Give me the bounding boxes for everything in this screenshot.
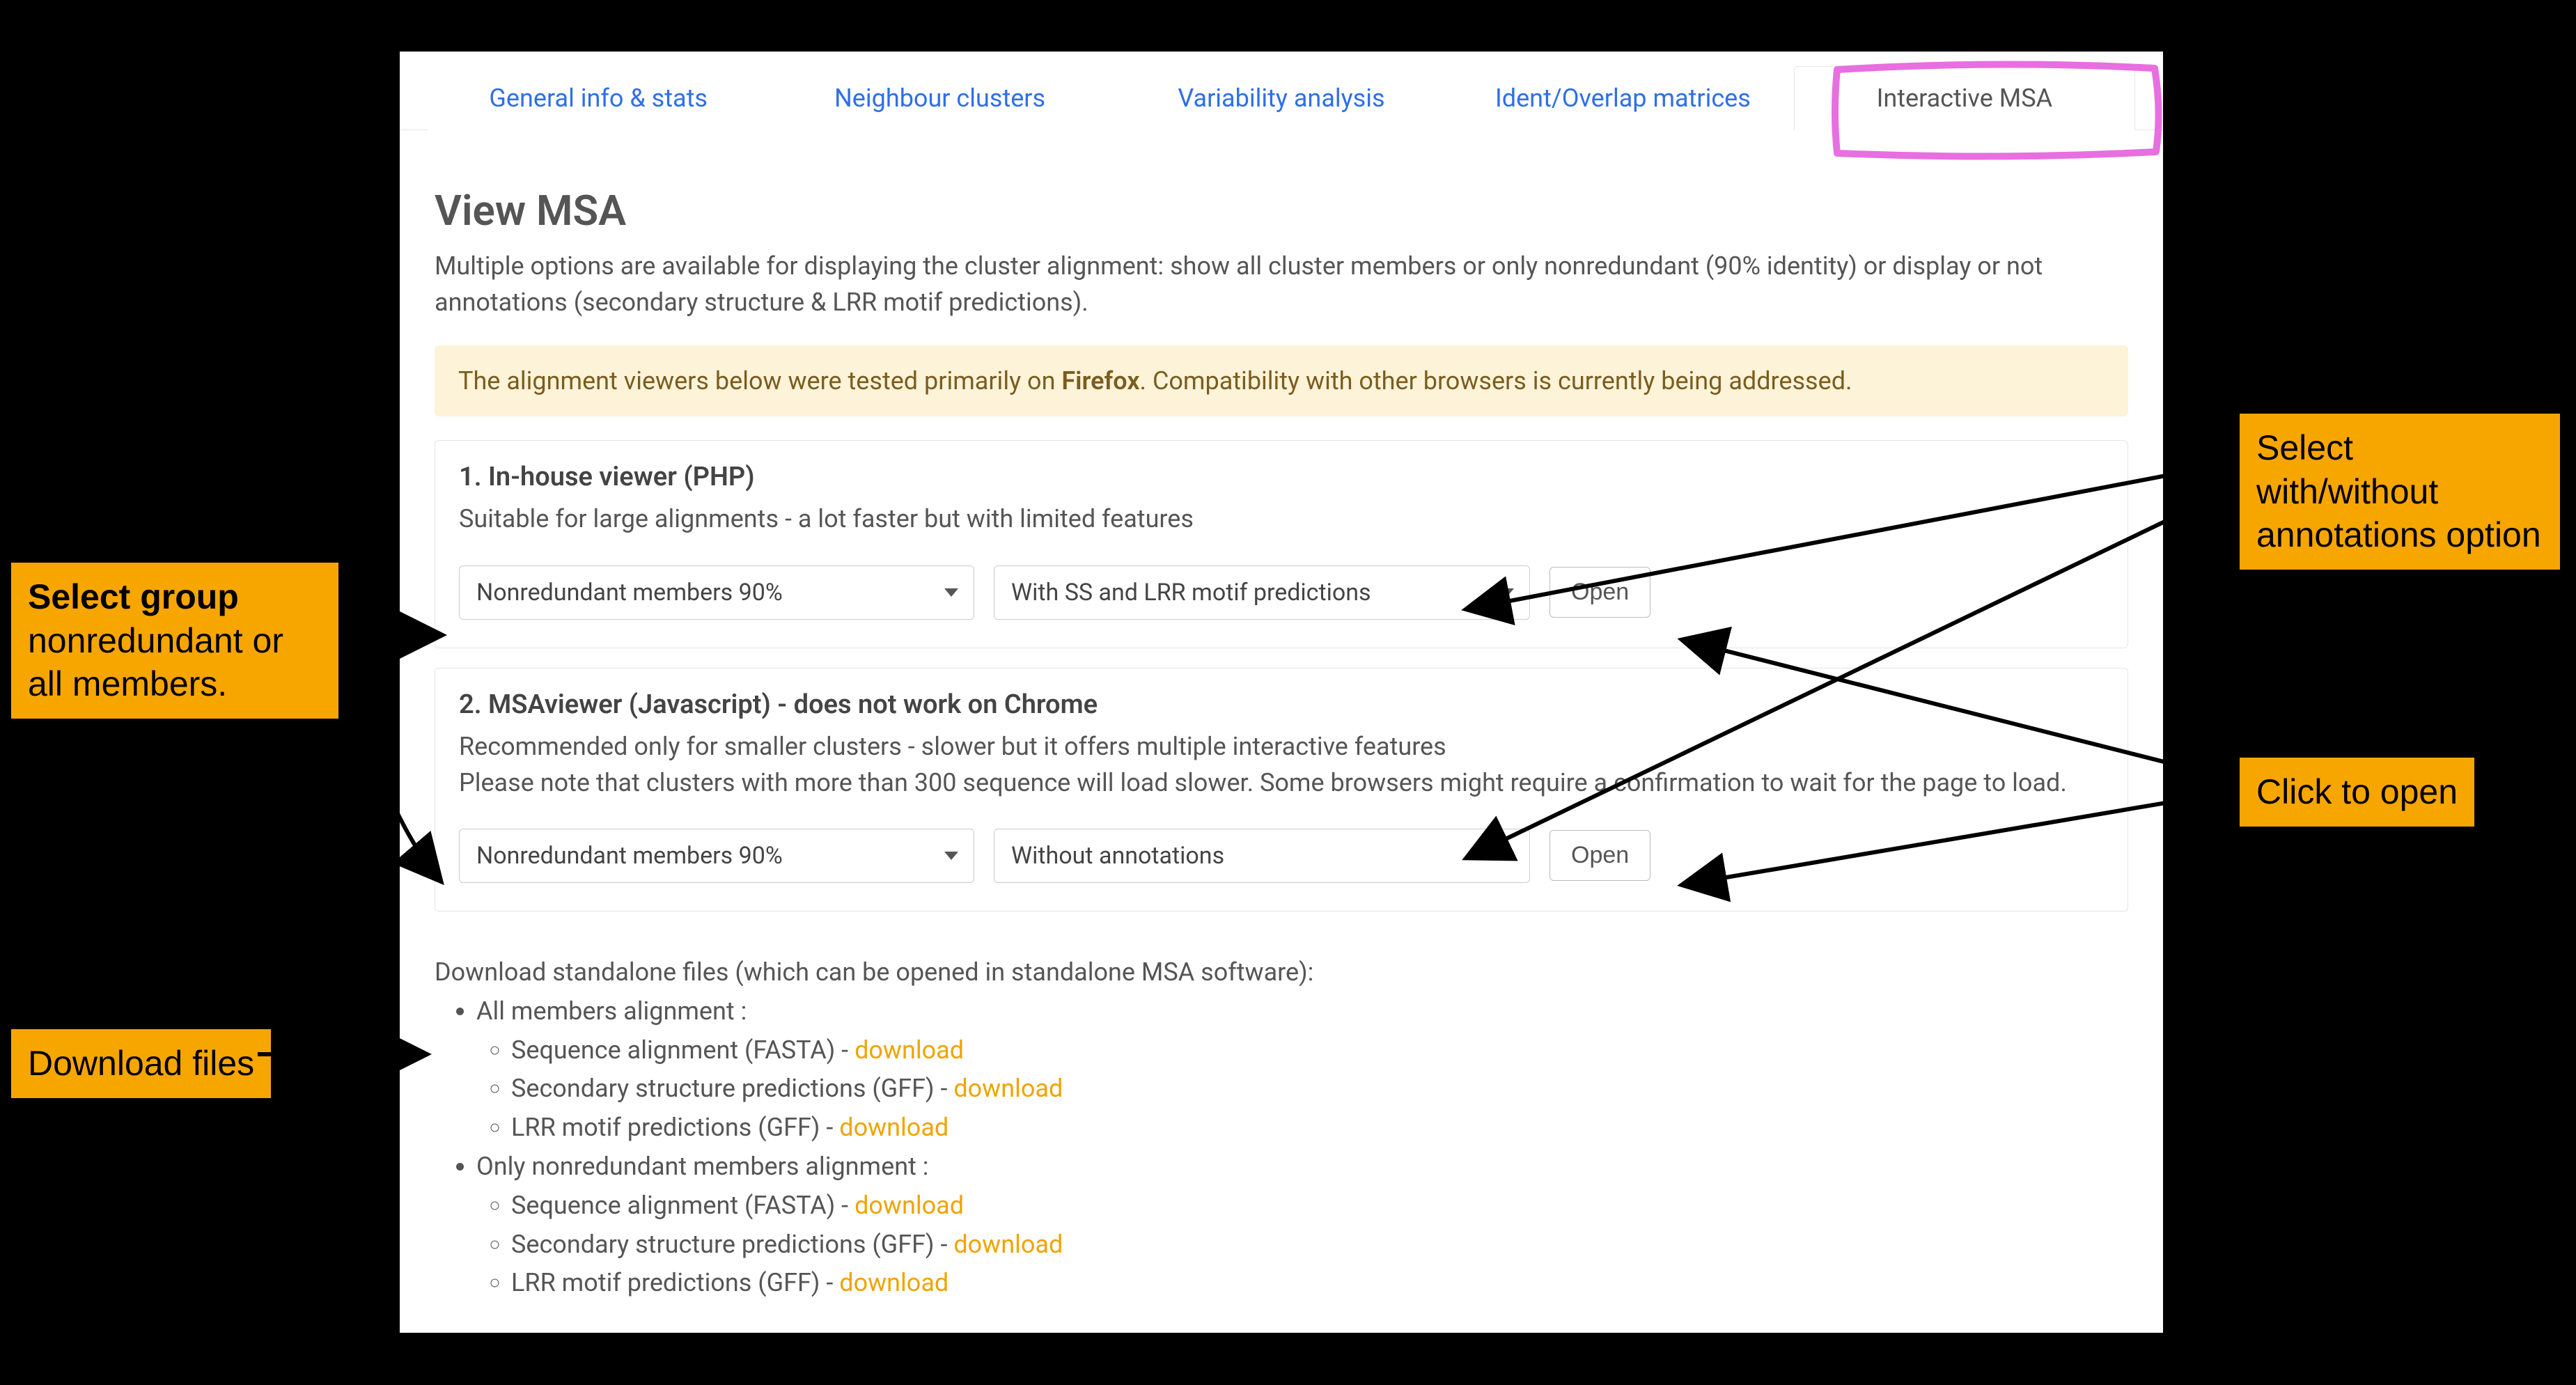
app-window: General info & stats Neighbour clusters …	[400, 52, 2163, 1333]
list-item: Secondary structure predictions (GFF) - …	[511, 1226, 2128, 1265]
download-item-label: Sequence alignment (FASTA) -	[511, 1191, 854, 1220]
download-link[interactable]: download	[953, 1230, 1063, 1259]
tab-bar: General info & stats Neighbour clusters …	[400, 52, 2163, 130]
viewer-1-title: 1. In-house viewer (PHP)	[459, 462, 2104, 492]
alert-text-prefix: The alignment viewers below were tested …	[458, 366, 1061, 396]
download-link[interactable]: download	[839, 1113, 949, 1142]
viewer-1-group-select[interactable]: Nonredundant members 90%	[459, 565, 974, 620]
list-item: Secondary structure predictions (GFF) - …	[511, 1070, 2128, 1109]
viewer-2-open-button[interactable]: Open	[1549, 830, 1650, 881]
viewer-1-subtitle: Suitable for large alignments - a lot fa…	[459, 501, 2104, 537]
alert-text-suffix: . Compatibility with other browsers is c…	[1140, 366, 1852, 396]
tab-interactive-msa[interactable]: Interactive MSA	[1794, 66, 2135, 130]
viewer-2-annot-select[interactable]: Without annotations	[994, 829, 1530, 883]
viewer-2-group-value: Nonredundant members 90%	[476, 842, 783, 870]
callout-click-open: Click to open	[2240, 758, 2474, 827]
tab-variability-analysis[interactable]: Variability analysis	[1111, 66, 1452, 130]
download-item-label: Sequence alignment (FASTA) -	[511, 1035, 854, 1065]
downloads-nr-group: Only nonredundant members alignment : Se…	[476, 1148, 2128, 1303]
download-link[interactable]: download	[854, 1035, 964, 1065]
list-item: Sequence alignment (FASTA) - download	[511, 1031, 2128, 1070]
tab-neighbour-clusters[interactable]: Neighbour clusters	[769, 66, 1110, 130]
list-item: Sequence alignment (FASTA) - download	[511, 1187, 2128, 1226]
download-item-label: LRR motif predictions (GFF) -	[511, 1113, 839, 1142]
list-item: LRR motif predictions (GFF) - download	[511, 1264, 2128, 1303]
tab-ident-overlap-matrices[interactable]: Ident/Overlap matrices	[1452, 66, 1793, 130]
alert-text-bold: Firefox	[1061, 366, 1139, 396]
download-item-label: Secondary structure predictions (GFF) -	[511, 1074, 953, 1103]
downloads-all-label: All members alignment :	[476, 996, 747, 1026]
download-item-label: Secondary structure predictions (GFF) -	[511, 1230, 953, 1259]
tab-general-info[interactable]: General info & stats	[428, 66, 769, 130]
download-link[interactable]: download	[953, 1074, 1063, 1103]
download-link[interactable]: download	[854, 1191, 964, 1220]
viewer-2-annot-value: Without annotations	[1011, 842, 1224, 870]
downloads-all-group: All members alignment : Sequence alignme…	[476, 992, 2128, 1148]
viewer-1-annot-value: With SS and LRR motif predictions	[1011, 579, 1371, 607]
callout-select-group-bold: Select group	[28, 575, 322, 619]
viewer-2-subtitle-2: Please note that clusters with more than…	[459, 765, 2104, 801]
viewer-1-open-button[interactable]: Open	[1549, 567, 1650, 618]
download-link[interactable]: download	[839, 1268, 949, 1297]
callout-select-group-rest: nonredundant or all members.	[28, 621, 283, 704]
viewer-2-group-select[interactable]: Nonredundant members 90%	[459, 829, 974, 883]
list-item: LRR motif predictions (GFF) - download	[511, 1109, 2128, 1148]
callout-annotations: Select with/without annotations option	[2240, 414, 2560, 570]
downloads-section: Download standalone files (which can be …	[435, 953, 2128, 1303]
chevron-down-icon	[1500, 588, 1514, 597]
viewer-1-annot-select[interactable]: With SS and LRR motif predictions	[994, 565, 1530, 620]
downloads-nr-label: Only nonredundant members alignment :	[476, 1152, 929, 1181]
chevron-down-icon	[1500, 852, 1514, 860]
callout-download-files: Download files	[11, 1029, 271, 1098]
viewer-1-group-value: Nonredundant members 90%	[476, 579, 783, 607]
content-area: View MSA Multiple options are available …	[400, 130, 2163, 1303]
callout-select-group: Select group nonredundant or all members…	[11, 563, 338, 719]
viewer-2-title: 2. MSAviewer (Javascript) - does not wor…	[459, 689, 2104, 720]
viewer-1-panel: 1. In-house viewer (PHP) Suitable for la…	[435, 440, 2128, 648]
page-description: Multiple options are available for displ…	[435, 248, 2128, 320]
downloads-intro: Download standalone files (which can be …	[435, 953, 2128, 992]
chevron-down-icon	[944, 852, 958, 860]
viewer-2-controls: Nonredundant members 90% Without annotat…	[459, 829, 2104, 883]
viewer-2-panel: 2. MSAviewer (Javascript) - does not wor…	[435, 668, 2128, 911]
viewer-2-subtitle-1: Recommended only for smaller clusters - …	[459, 728, 2104, 765]
page-title: View MSA	[435, 186, 2128, 235]
download-item-label: LRR motif predictions (GFF) -	[511, 1268, 839, 1297]
chevron-down-icon	[944, 588, 958, 597]
viewer-1-controls: Nonredundant members 90% With SS and LRR…	[459, 565, 2104, 620]
browser-compat-alert: The alignment viewers below were tested …	[435, 345, 2128, 416]
